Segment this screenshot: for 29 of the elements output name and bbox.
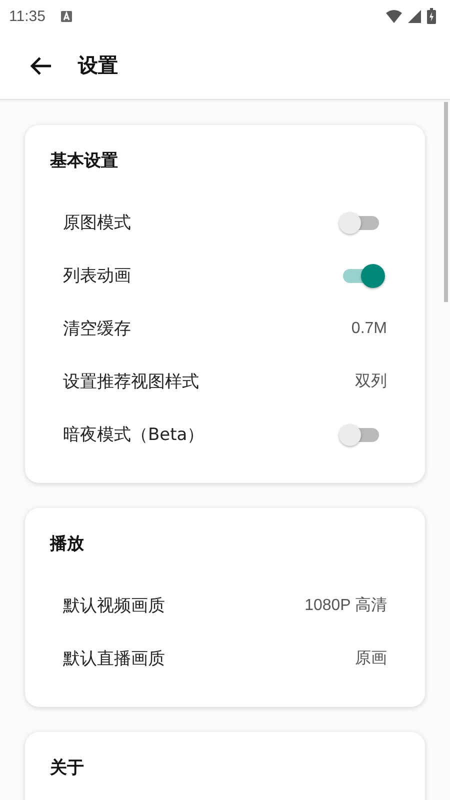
setting-row[interactable]: 默认直播画质 原画	[50, 632, 387, 685]
setting-value: 1080P 高清	[304, 596, 387, 616]
signal-icon	[408, 10, 421, 22]
battery-icon	[427, 8, 436, 24]
setting-label: 列表动画	[63, 265, 131, 287]
setting-label: 默认直播画质	[63, 648, 165, 670]
toggle-switch[interactable]	[341, 262, 387, 290]
setting-label: 清空缓存	[63, 318, 131, 340]
setting-row[interactable]: 默认视频画质 1080P 高清	[50, 579, 387, 632]
setting-label: 设置推荐视图样式	[63, 371, 199, 393]
notification-icon	[61, 10, 72, 22]
back-arrow-icon	[30, 56, 52, 76]
setting-value: 原画	[355, 649, 387, 669]
section-title: 关于	[50, 757, 85, 779]
section-title: 播放	[50, 533, 85, 555]
setting-row[interactable]: 暗夜模式（Beta）	[50, 408, 387, 461]
status-time: 11:35	[9, 8, 46, 24]
wifi-icon	[386, 10, 402, 22]
screen-title: 设置	[78, 52, 118, 79]
setting-value: 双列	[355, 372, 387, 392]
setting-label: 默认视频画质	[63, 595, 165, 617]
section-title: 基本设置	[50, 150, 119, 172]
setting-label: 原图模式	[63, 212, 131, 234]
setting-row[interactable]: 原图模式	[50, 196, 387, 249]
setting-row[interactable]: 设置推荐视图样式 双列	[50, 355, 387, 408]
setting-value: 0.7M	[351, 320, 387, 338]
setting-label: 暗夜模式（Beta）	[63, 424, 204, 446]
setting-row[interactable]: 清空缓存 0.7M	[50, 302, 387, 355]
setting-row[interactable]: 列表动画	[50, 249, 387, 302]
